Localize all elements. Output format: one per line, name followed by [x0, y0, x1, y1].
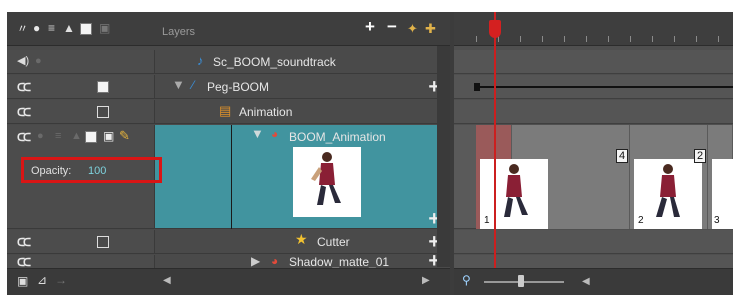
group-icon: ▤: [219, 103, 232, 118]
ruler-tick: [630, 36, 631, 42]
layers-panel: 〃 ● ≡ ▲ ▣ Layers + − ✦ ✚ ◀) ● ♪ Sc_BOOM_…: [7, 12, 450, 295]
layer-name[interactable]: Peg-BOOM: [207, 80, 269, 94]
layers-header: 〃 ● ≡ ▲ ▣ Layers + − ✦ ✚: [7, 12, 450, 46]
star-effect-icon: ★: [295, 231, 308, 247]
scroll-left-arrow[interactable]: ◀: [163, 275, 171, 286]
color-swatch[interactable]: [97, 106, 109, 118]
layer-row-cutter[interactable]: ᑕᑕ ★ Cutter +: [7, 230, 450, 254]
ruler-tick: [696, 36, 697, 42]
layer-thumbnail: [293, 147, 361, 217]
opacity-highlight-box: [21, 157, 162, 183]
character-thumbnail-icon: [656, 164, 680, 217]
frame-thumbnail: 2: [634, 159, 702, 229]
add-peg-icon[interactable]: ✦: [407, 22, 418, 35]
drawing-layer-icon: ◕: [271, 255, 279, 268]
add-effect-icon[interactable]: ✚: [425, 22, 436, 35]
ruler-tick: [542, 36, 543, 42]
layer-name[interactable]: Sc_BOOM_soundtrack: [213, 55, 336, 69]
frame-number: 3: [714, 215, 720, 226]
color-swatch[interactable]: [97, 236, 109, 248]
lock-icon[interactable]: ▲: [63, 22, 75, 34]
ruler-tick: [476, 36, 477, 42]
layer-row-peg[interactable]: ᑕᑕ ▼ ⁄ Peg-BOOM +: [7, 75, 450, 99]
layer-controls: ᑕᑕ: [7, 255, 155, 268]
layer-row-group[interactable]: ᑕᑕ ▤ Animation: [7, 100, 450, 124]
onion-skin-icon[interactable]: ᑕᑕ: [17, 131, 31, 144]
layer-name[interactable]: BOOM_Animation: [289, 130, 386, 144]
keyframe-line: [474, 86, 733, 88]
ruler-tick: [718, 36, 719, 42]
thumbnail-toggle-icon[interactable]: ▣: [103, 130, 114, 142]
layers-footer: ▣ ⊿ → ◀ ▶: [7, 268, 450, 295]
layer-controls: ᑕᑕ: [7, 75, 155, 98]
color-swatch-icon[interactable]: [80, 23, 92, 35]
onion-skin-icon[interactable]: 〃: [17, 24, 28, 35]
zoom-slider-handle[interactable]: [518, 275, 524, 287]
color-swatch[interactable]: [85, 131, 97, 143]
visibility-icon[interactable]: ●: [33, 22, 40, 34]
layer-controls: ◀) ●: [7, 50, 155, 73]
drawing-layer-icon: ◕: [271, 127, 279, 141]
layer-name[interactable]: Shadow_matte_01: [289, 255, 389, 268]
thumbnail-icon[interactable]: ▣: [99, 22, 110, 34]
layers-title: Layers: [162, 26, 196, 38]
app-root: 〃 ● ≡ ▲ ▣ Layers + − ✦ ✚ ◀) ● ♪ Sc_BOOM_…: [0, 0, 733, 297]
keyframe-marker[interactable]: [474, 83, 480, 91]
layers-vertical-scrollbar[interactable]: [437, 46, 450, 267]
database-icon[interactable]: ≡: [48, 22, 55, 34]
ruler-tick: [564, 36, 565, 42]
scroll-left-arrow[interactable]: ◀: [582, 276, 590, 287]
visibility-toggle[interactable]: ●: [35, 56, 42, 67]
frame-thumbnail: 3: [712, 159, 733, 229]
link-icon[interactable]: ⊿: [37, 274, 47, 286]
layer-name[interactable]: Cutter: [317, 235, 350, 249]
exposure-tag: 2: [694, 149, 707, 163]
frame-number: 2: [638, 215, 644, 226]
tree-line: [231, 125, 232, 229]
pencil-icon[interactable]: ✎: [119, 129, 130, 142]
camera-icon[interactable]: ▣: [17, 275, 28, 287]
remove-layer-button[interactable]: −: [387, 18, 397, 35]
arrow-right-icon[interactable]: →: [55, 274, 67, 286]
character-thumbnail-icon: [311, 152, 341, 205]
ruler-tick: [520, 36, 521, 42]
peg-icon: ⁄: [192, 78, 195, 92]
zoom-icon[interactable]: ⚲: [462, 274, 471, 286]
ruler-tick: [586, 36, 587, 42]
collapse-arrow-icon[interactable]: ▼: [251, 127, 264, 140]
ruler-tick: [674, 36, 675, 42]
scroll-right-arrow[interactable]: ▶: [422, 275, 430, 286]
timeline-footer: ⚲ ◀: [454, 268, 733, 295]
harmony-timeline-view: 〃 ● ≡ ▲ ▣ Layers + − ✦ ✚ ◀) ● ♪ Sc_BOOM_…: [7, 12, 733, 295]
layer-name[interactable]: Animation: [239, 105, 292, 119]
layer-row-soundtrack[interactable]: ◀) ● ♪ Sc_BOOM_soundtrack: [7, 50, 450, 74]
database-icon[interactable]: ≡: [55, 131, 61, 142]
sound-icon: ♪: [197, 53, 204, 68]
timeline-panel: 1 2 3 4 2 ⚲ ◀: [454, 12, 733, 295]
speaker-icon[interactable]: ◀): [17, 56, 29, 67]
zoom-slider-track[interactable]: [484, 281, 564, 283]
collapse-arrow-icon[interactable]: ▼: [172, 78, 185, 91]
add-layer-button[interactable]: +: [365, 18, 375, 35]
ruler-tick: [652, 36, 653, 42]
layer-row-shadow-matte[interactable]: ᑕᑕ ▶ ◕ Shadow_matte_01 +: [7, 255, 450, 269]
onion-skin-icon[interactable]: ᑕᑕ: [17, 81, 31, 94]
character-thumbnail-icon: [504, 164, 528, 217]
onion-skin-icon[interactable]: ᑕᑕ: [17, 106, 31, 119]
lock-icon[interactable]: ▲: [71, 131, 82, 142]
ruler-tick: [608, 36, 609, 42]
onion-skin-icon[interactable]: ᑕᑕ: [17, 236, 31, 249]
exposure-tag: 4: [616, 149, 629, 163]
playhead-handle[interactable]: [489, 20, 501, 38]
playhead-line[interactable]: [494, 12, 496, 270]
layer-controls: ᑕᑕ: [7, 100, 155, 123]
frame-number: 1: [484, 215, 490, 226]
color-swatch[interactable]: [97, 81, 109, 93]
visibility-toggle[interactable]: ●: [37, 131, 44, 142]
frame-thumbnail: 1: [480, 159, 548, 229]
expand-arrow-icon[interactable]: ▶: [251, 255, 260, 267]
layer-controls: ᑕᑕ: [7, 230, 155, 253]
